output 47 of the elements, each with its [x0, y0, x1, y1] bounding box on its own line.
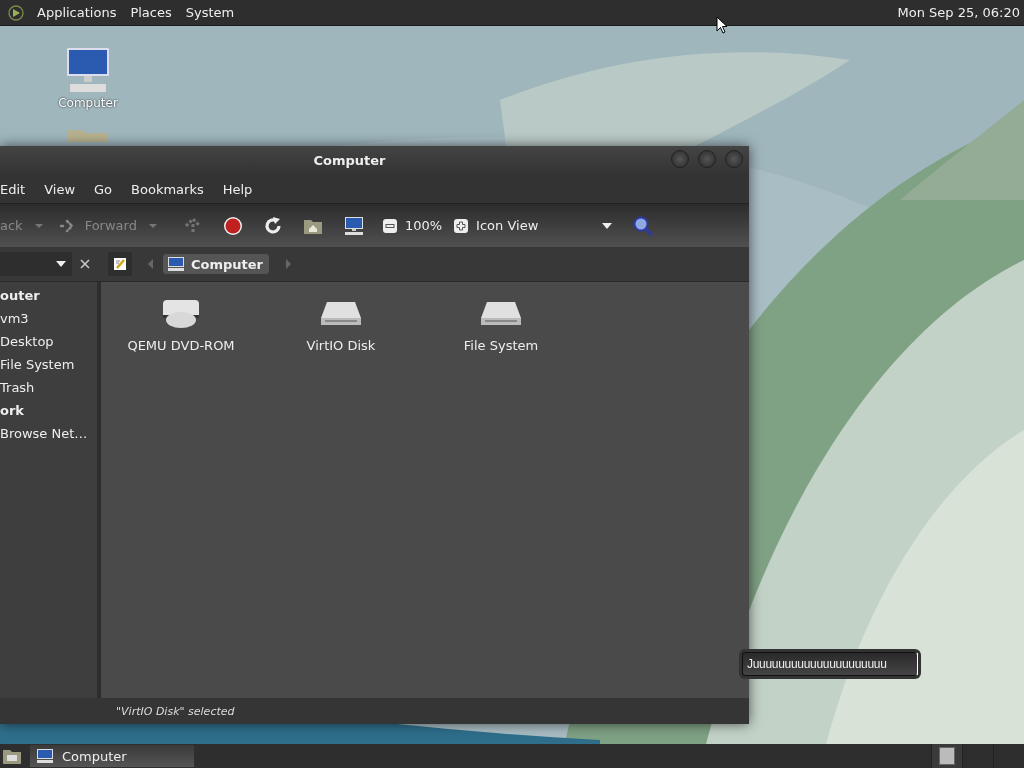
path-button[interactable]: Computer	[163, 254, 270, 274]
caret-icon	[56, 261, 66, 267]
workspace-button[interactable]	[931, 744, 962, 768]
menu-item[interactable]: View	[44, 181, 95, 197]
window-title: Computer	[313, 153, 386, 168]
play-logo-icon[interactable]	[8, 4, 24, 21]
caret-icon[interactable]	[148, 223, 157, 228]
mouse-pointer-icon	[716, 16, 728, 34]
computer-icon	[167, 256, 185, 272]
sidebar-item[interactable]: File System	[0, 353, 97, 376]
zoom-level: 100%	[404, 218, 443, 233]
sidebar-item[interactable]: Desktop	[0, 330, 97, 353]
taskbar-button[interactable]: Computer	[30, 745, 194, 767]
caret-icon	[602, 222, 613, 229]
file-label[interactable]: File System	[463, 338, 539, 353]
view-dropdown[interactable]: Icon View	[476, 218, 613, 233]
stop-icon[interactable]	[222, 215, 243, 236]
pencil-note-icon	[113, 257, 127, 271]
computer-icon	[36, 748, 54, 764]
clock[interactable]: Mon Sep 25, 06:20	[897, 5, 1024, 20]
menu-item[interactable]: Edit	[0, 181, 45, 197]
show-desktop-icon[interactable]	[2, 747, 22, 765]
zoom-in-button[interactable]	[454, 218, 469, 233]
close-icon[interactable]	[80, 259, 90, 269]
computer-icon[interactable]	[64, 46, 112, 94]
panel-menu[interactable]: Places	[125, 5, 177, 20]
menu-item[interactable]: Bookmarks	[131, 181, 223, 197]
panel-menu[interactable]: System	[180, 5, 240, 20]
sidebar-heading: outer	[0, 287, 41, 305]
file-label[interactable]: QEMU DVD-ROM	[127, 338, 235, 353]
computer-icon[interactable]	[342, 215, 365, 236]
sidebar-item[interactable]: vm3	[0, 307, 97, 330]
status-text: "VirtIO Disk" selected	[116, 704, 235, 718]
caret-icon[interactable]	[34, 223, 43, 228]
sidebar-item[interactable]: Browse Net…	[0, 422, 97, 445]
zoom-out-button[interactable]	[382, 218, 397, 233]
text-input-field[interactable]: Juuuuuuuuuuuuuuuuuuuuu	[742, 652, 918, 676]
location-edit-button[interactable]	[108, 252, 132, 276]
panel-menu[interactable]: Applications	[32, 5, 122, 20]
sidebar-heading: ork	[0, 402, 25, 420]
menu-item[interactable]: Go	[94, 181, 132, 197]
search-icon[interactable]	[632, 214, 655, 237]
plus-icon	[456, 220, 467, 231]
menu-item[interactable]: Help	[222, 181, 272, 197]
reload-icon[interactable]	[262, 215, 283, 236]
file-label[interactable]: VirtIO Disk	[306, 338, 376, 353]
sidebar-item[interactable]: Trash	[0, 376, 97, 399]
